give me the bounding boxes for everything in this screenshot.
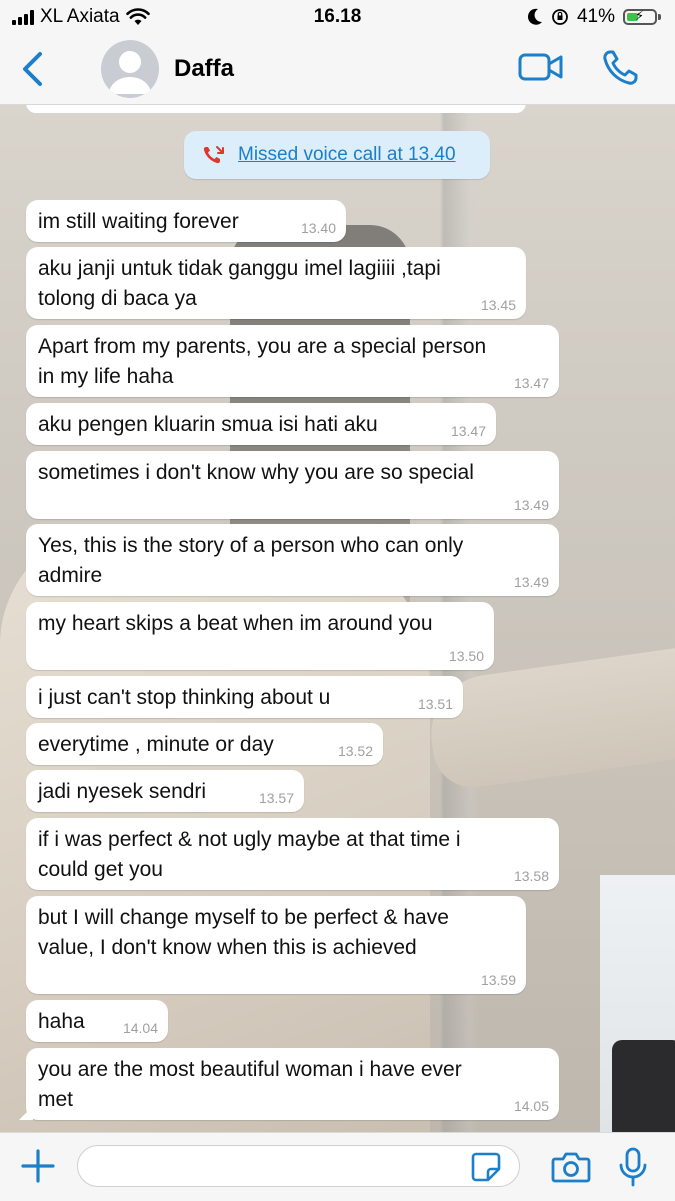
message-time: 13.50 [448, 648, 484, 664]
message-text: Yes, this is the story of a person who c… [38, 534, 464, 587]
chat-area[interactable]: Missed voice call at 13.40 im still wait… [0, 105, 675, 1132]
message-text: you are the most beautiful woman i have … [38, 1058, 462, 1111]
avatar[interactable] [101, 40, 159, 98]
message-text: if i was perfect & not ugly maybe at tha… [38, 828, 461, 881]
voice-call-button[interactable] [600, 48, 640, 88]
chat-header: Daffa [0, 34, 675, 105]
orientation-lock-icon [552, 9, 568, 25]
message-time: 14.04 [122, 1020, 158, 1036]
message-bubble[interactable]: Apart from my parents, you are a special… [26, 325, 559, 397]
message-text: Apart from my parents, you are a special… [38, 335, 487, 388]
message-time: 13.47 [513, 375, 549, 391]
message-bubble[interactable]: if i was perfect & not ugly maybe at tha… [26, 818, 559, 890]
message-time: 13.40 [300, 220, 336, 236]
message-text: sometimes i don't know why you are so sp… [38, 461, 474, 484]
message-text: but I will change myself to be perfect &… [38, 906, 449, 959]
camera-icon [551, 1152, 591, 1183]
message-bubble[interactable]: i just can't stop thinking about u 13.51 [26, 676, 463, 718]
default-avatar-icon [109, 51, 151, 94]
missed-call-text[interactable]: Missed voice call at 13.40 [238, 144, 456, 166]
camera-button[interactable] [551, 1150, 591, 1184]
message-time: 13.57 [258, 790, 294, 806]
phone-icon [603, 50, 638, 85]
voice-message-button[interactable] [618, 1147, 648, 1187]
battery-percentage: 41% [576, 6, 615, 27]
do-not-disturb-moon-icon [527, 8, 542, 25]
message-time: 13.51 [417, 696, 453, 712]
message-text: i just can't stop thinking about u [38, 686, 331, 709]
status-right: 41% ⚡ [527, 6, 661, 28]
message-input[interactable] [77, 1145, 520, 1187]
sticker-button[interactable] [470, 1151, 502, 1183]
message-time: 13.59 [480, 972, 516, 988]
message-bubble[interactable]: haha 14.04 [26, 1000, 168, 1042]
message-time: 13.49 [513, 574, 549, 590]
message-bubble[interactable]: aku pengen kluarin smua isi hati aku 13.… [26, 403, 496, 445]
message-bubble[interactable]: but I will change myself to be perfect &… [26, 896, 526, 994]
message-time: 13.45 [480, 297, 516, 313]
message-bubble[interactable]: aku janji untuk tidak ganggu imel lagiii… [26, 247, 526, 319]
plus-icon [21, 1149, 55, 1183]
message-text: im still waiting forever [38, 210, 239, 233]
battery-nub [658, 14, 661, 20]
video-call-button[interactable] [518, 50, 564, 86]
previous-message-edge [26, 105, 526, 113]
message-bubble[interactable]: sometimes i don't know why you are so sp… [26, 451, 559, 519]
message-bubble[interactable]: everytime , minute or day 13.52 [26, 723, 383, 765]
chevron-left-icon [23, 52, 42, 86]
message-text: my heart skips a beat when im around you [38, 612, 433, 635]
charging-bolt-icon: ⚡ [635, 8, 645, 23]
back-button[interactable] [16, 50, 50, 88]
message-time: 13.47 [450, 423, 486, 439]
message-bubble[interactable]: my heart skips a beat when im around you… [26, 602, 494, 670]
message-bubble[interactable]: Yes, this is the story of a person who c… [26, 524, 559, 596]
message-text: haha [38, 1010, 85, 1033]
message-time: 13.52 [337, 743, 373, 759]
video-camera-icon [518, 53, 563, 81]
microphone-icon [619, 1147, 647, 1187]
status-bar: XL Axiata 16.18 41% ⚡ [0, 0, 675, 34]
missed-call-icon [203, 146, 224, 164]
sticker-icon [471, 1152, 501, 1182]
message-text: jadi nyesek sendri [38, 780, 207, 803]
message-bubble[interactable]: im still waiting forever 13.40 [26, 200, 346, 242]
message-text: everytime , minute or day [38, 733, 274, 756]
battery-icon: ⚡ [623, 8, 657, 25]
message-text: aku janji untuk tidak ganggu imel lagiii… [38, 257, 441, 310]
missed-call-notice[interactable]: Missed voice call at 13.40 [184, 131, 490, 179]
contact-name[interactable]: Daffa [174, 55, 234, 83]
message-bubble[interactable]: jadi nyesek sendri 13.57 [26, 770, 304, 812]
message-time: 14.05 [513, 1098, 549, 1114]
attach-button[interactable] [20, 1148, 56, 1184]
message-time: 13.58 [513, 868, 549, 884]
message-bubble[interactable]: you are the most beautiful woman i have … [19, 1048, 559, 1120]
message-text: aku pengen kluarin smua isi hati aku [38, 413, 378, 436]
background-photo-suitcase [612, 1040, 675, 1132]
message-input-bar [0, 1132, 675, 1201]
message-time: 13.49 [513, 497, 549, 513]
